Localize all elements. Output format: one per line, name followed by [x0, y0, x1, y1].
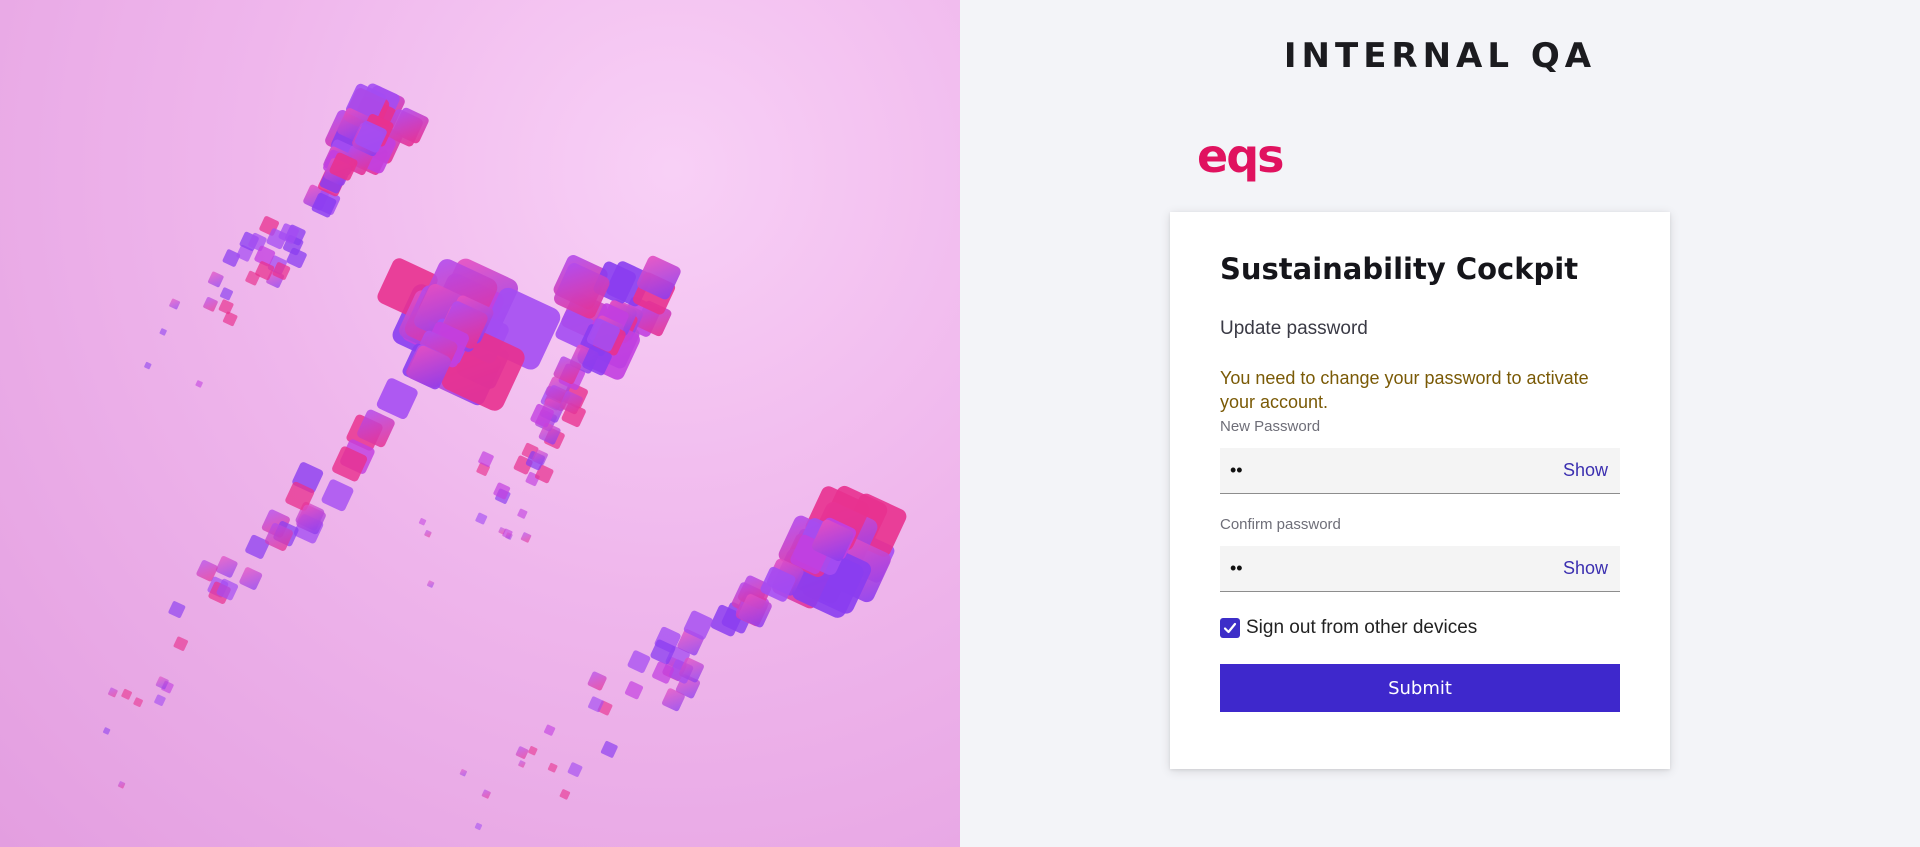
confirm-password-field[interactable]: Show [1220, 546, 1620, 592]
confirm-password-input[interactable] [1230, 546, 1530, 590]
hero-illustration [0, 0, 960, 847]
confirm-password-label: Confirm password [1220, 516, 1341, 533]
environment-title: INTERNAL QA [1283, 36, 1597, 76]
new-password-show-toggle[interactable]: Show [1563, 460, 1608, 481]
app-title: Sustainability Cockpit [1220, 252, 1579, 286]
sign-out-checkbox[interactable] [1220, 618, 1240, 638]
sign-out-checkbox-label: Sign out from other devices [1246, 617, 1478, 638]
new-password-label: New Password [1220, 418, 1321, 435]
checkmark-icon [1223, 622, 1237, 634]
login-panel: INTERNAL QA eqs Sustainability Cockpit U… [960, 0, 1920, 847]
page-subtitle: Update password [1220, 318, 1368, 339]
login-page: INTERNAL QA eqs Sustainability Cockpit U… [0, 0, 1920, 847]
confirm-password-show-toggle[interactable]: Show [1563, 558, 1608, 579]
submit-button[interactable]: Submit [1220, 664, 1620, 712]
new-password-input[interactable] [1230, 448, 1530, 492]
sign-out-checkbox-row[interactable]: Sign out from other devices [1220, 617, 1477, 639]
new-password-field[interactable]: Show [1220, 448, 1620, 494]
warning-message: You need to change your password to acti… [1220, 368, 1589, 412]
update-password-card: Sustainability Cockpit Update password Y… [1170, 212, 1670, 769]
eqs-logo: eqs [1197, 132, 1285, 182]
logo-text: eqs [1197, 132, 1283, 182]
pixel-cubes-illustration [102, 83, 907, 831]
